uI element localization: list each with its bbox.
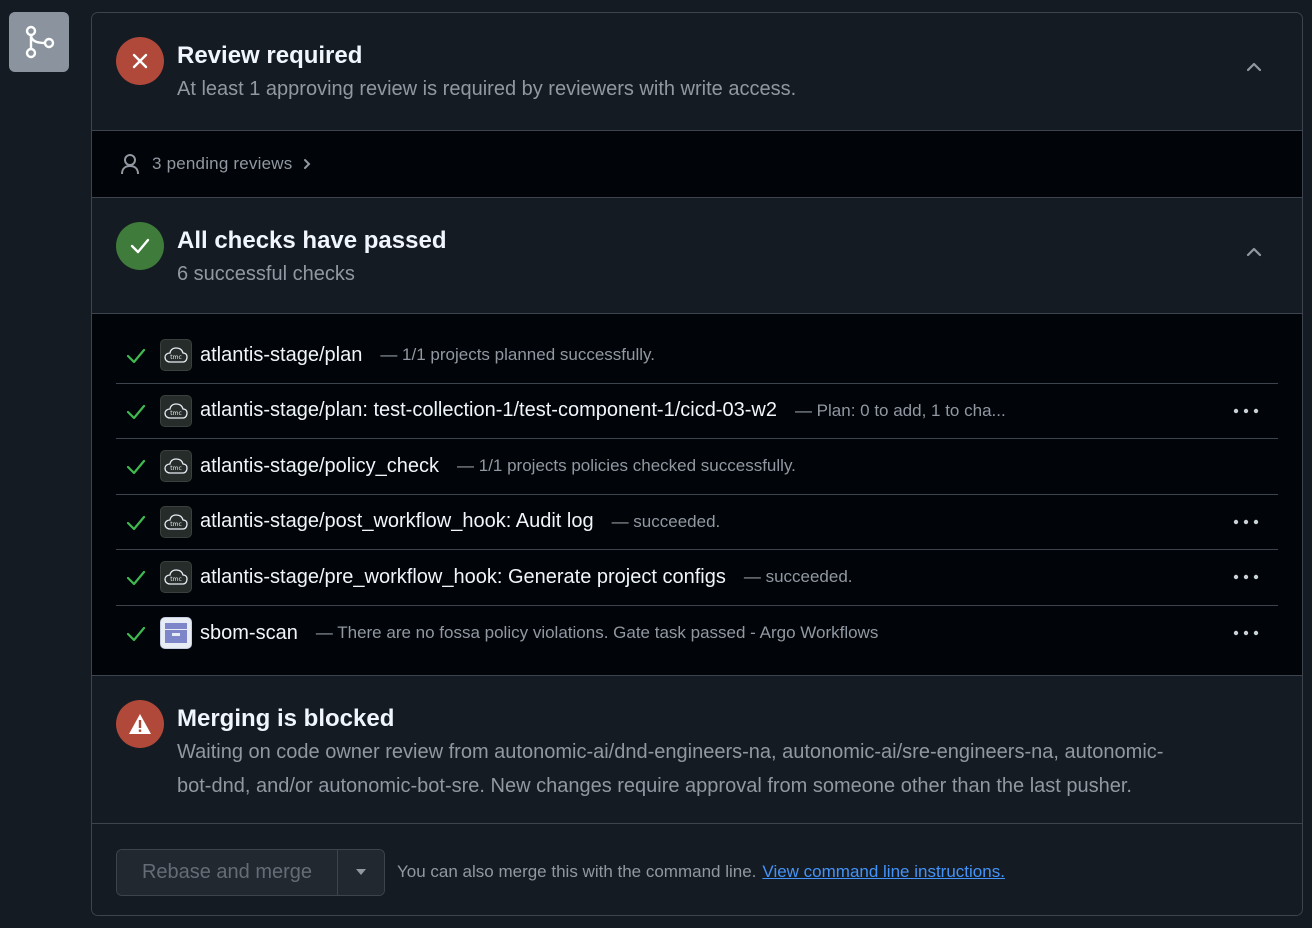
merge-footer: Rebase and merge You can also merge this… (92, 824, 1302, 915)
git-merge-icon (9, 12, 69, 72)
check-description: — succeeded. (743, 567, 853, 587)
command-line-instructions-link[interactable]: View command line instructions. (762, 862, 1005, 882)
sbom-app-icon (160, 617, 192, 650)
review-required-title: Review required (177, 42, 363, 69)
merging-blocked-section: Merging is blocked Waiting on code owner… (92, 676, 1302, 824)
tmc-app-icon: tmc (160, 505, 192, 538)
check-row[interactable]: tmc atlantis-stage/policy_check — 1/1 pr… (116, 439, 1278, 495)
merging-blocked-text-line1: Waiting on code owner review from autono… (177, 741, 1164, 763)
kebab-menu-icon[interactable] (1232, 573, 1260, 581)
review-required-section: Review required At least 1 approving rev… (92, 13, 1302, 131)
cli-hint-text: You can also merge this with the command… (397, 862, 757, 881)
checks-list: tmc atlantis-stage/plan — 1/1 projects p… (92, 314, 1302, 676)
tmc-app-icon: tmc (160, 339, 192, 372)
svg-text:tmc: tmc (170, 354, 182, 361)
check-icon (126, 627, 146, 642)
merge-button-group: Rebase and merge (116, 848, 385, 896)
tmc-app-icon: tmc (160, 561, 192, 594)
svg-text:tmc: tmc (170, 410, 182, 417)
check-row[interactable]: tmc atlantis-stage/plan: test-collection… (116, 384, 1278, 439)
check-name[interactable]: atlantis-stage/post_workflow_hook: Audit… (200, 510, 594, 533)
kebab-menu-icon[interactable] (1232, 629, 1260, 637)
check-row[interactable]: sbom-scan — There are no fossa policy vi… (116, 606, 1278, 662)
alert-icon (116, 700, 164, 748)
check-row[interactable]: tmc atlantis-stage/plan — 1/1 projects p… (116, 328, 1278, 384)
check-description: — succeeded. (611, 511, 721, 531)
check-name[interactable]: atlantis-stage/plan: test-collection-1/t… (200, 399, 777, 422)
merge-box: Review required At least 1 approving rev… (91, 12, 1303, 916)
check-icon (126, 404, 146, 419)
check-name[interactable]: atlantis-stage/policy_check (200, 455, 439, 478)
merge-method-dropdown-button[interactable] (338, 849, 384, 895)
check-description: — There are no fossa policy violations. … (315, 623, 879, 643)
page: Review required At least 1 approving rev… (0, 0, 1312, 928)
check-description: — 1/1 projects planned successfully. (380, 345, 655, 365)
svg-text:tmc: tmc (170, 521, 182, 528)
check-description: — 1/1 projects policies checked successf… (457, 456, 796, 476)
review-required-subtitle: At least 1 approving review is required … (177, 78, 797, 100)
chevron-right-icon (304, 159, 311, 169)
check-icon (126, 515, 146, 530)
tmc-app-icon: tmc (160, 450, 192, 483)
checks-title: All checks have passed (177, 227, 447, 254)
kebab-menu-icon[interactable] (1232, 518, 1260, 526)
x-icon (116, 37, 164, 85)
pending-reviews-label: 3 pending reviews (152, 154, 293, 173)
chevron-up-icon[interactable] (1244, 57, 1264, 77)
chevron-up-icon[interactable] (1244, 242, 1264, 262)
triangle-down-icon (356, 869, 366, 875)
check-name[interactable]: sbom-scan (200, 622, 298, 645)
svg-text:tmc: tmc (170, 465, 182, 472)
checks-subtitle: 6 successful checks (177, 263, 355, 285)
check-icon (116, 222, 164, 270)
check-row[interactable]: tmc atlantis-stage/pre_workflow_hook: Ge… (116, 550, 1278, 606)
check-row[interactable]: tmc atlantis-stage/post_workflow_hook: A… (116, 495, 1278, 550)
kebab-menu-icon[interactable] (1232, 407, 1260, 415)
check-name[interactable]: atlantis-stage/plan (200, 344, 362, 367)
pending-reviews-link[interactable]: 3 pending reviews (92, 131, 1302, 198)
merging-blocked-title: Merging is blocked (177, 705, 395, 732)
rebase-and-merge-button[interactable]: Rebase and merge (117, 849, 338, 895)
check-description: — Plan: 0 to add, 1 to cha... (794, 400, 1006, 420)
merging-blocked-text-line2: bot-dnd, and/or autonomic-bot-sre. New c… (177, 775, 1132, 797)
person-icon (121, 154, 139, 175)
checks-section: All checks have passed 6 successful chec… (92, 198, 1302, 314)
tmc-app-icon: tmc (160, 394, 192, 427)
svg-text:tmc: tmc (170, 576, 182, 583)
check-icon (126, 349, 146, 364)
check-icon (126, 571, 146, 586)
check-name[interactable]: atlantis-stage/pre_workflow_hook: Genera… (200, 566, 726, 589)
check-icon (126, 460, 146, 475)
